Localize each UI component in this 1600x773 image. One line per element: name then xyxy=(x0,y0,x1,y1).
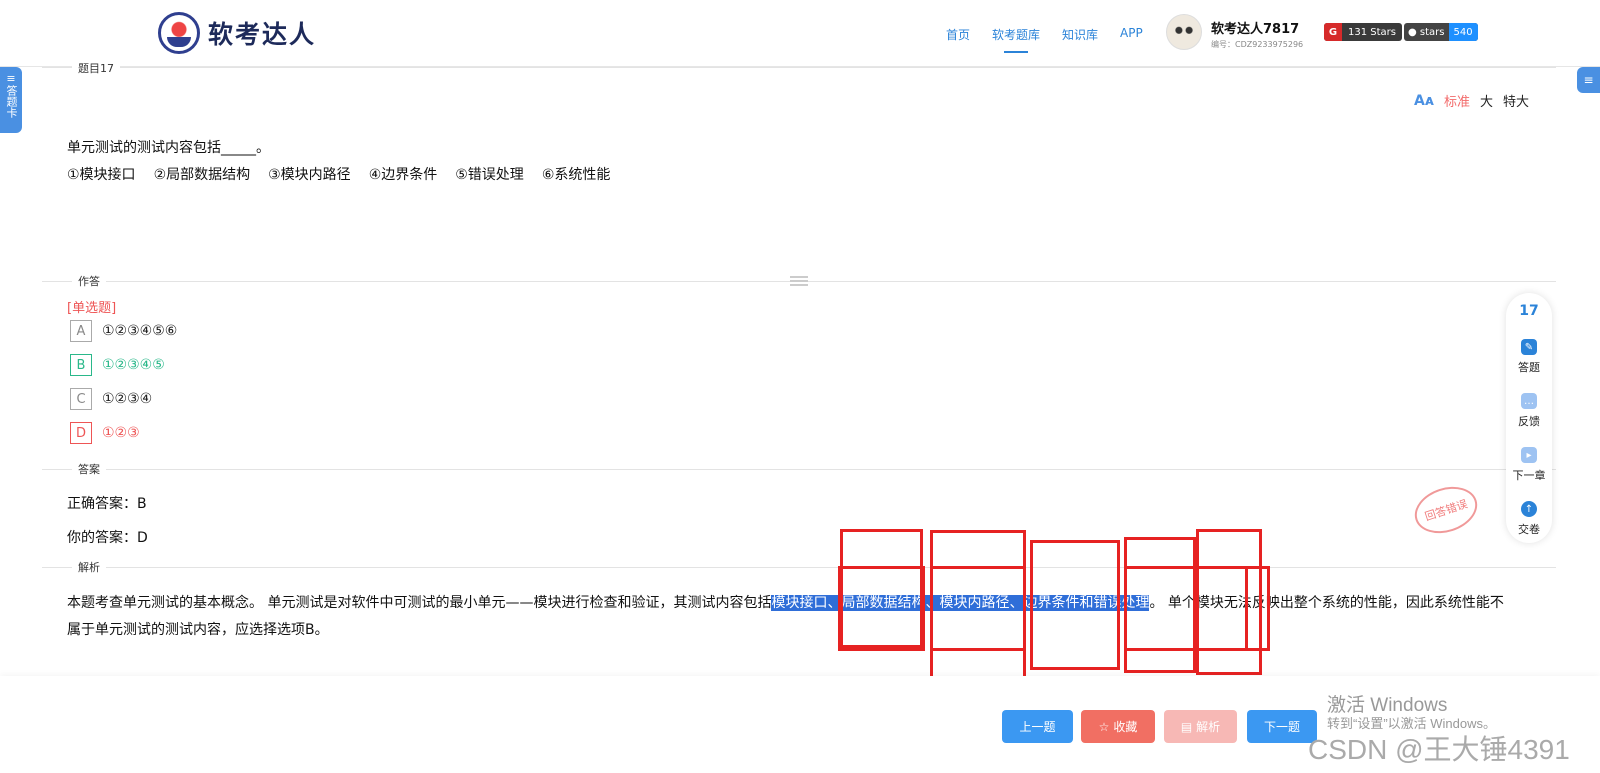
prev-question-button[interactable]: 上一题 xyxy=(1002,710,1073,743)
analysis-text: 本题考查单元测试的基本概念。 单元测试是对软件中可测试的最小单元——模块进行检查… xyxy=(67,590,1507,644)
gitee-stars-badge[interactable]: G 131 Stars xyxy=(1324,23,1402,41)
nav-home[interactable]: 首页 xyxy=(946,26,970,43)
submit-button[interactable]: ↑ 交卷 xyxy=(1506,501,1552,537)
question-number: 17 xyxy=(1519,303,1539,319)
github-label-text: stars xyxy=(1419,26,1445,38)
answer-card-label: 答题卡 xyxy=(5,85,18,118)
font-size-icon: Aᴀ xyxy=(1414,92,1434,109)
question-type: [单选题] xyxy=(67,301,117,316)
analysis-section-label: 解析 xyxy=(72,559,106,575)
option-letter: D xyxy=(70,422,92,444)
feedback-button[interactable]: … 反馈 xyxy=(1506,393,1552,429)
answer-icon: ✎ xyxy=(1521,339,1537,355)
option-text: ①②③④⑤ xyxy=(102,357,165,373)
favorite-button[interactable]: ☆ 收藏 xyxy=(1081,710,1155,743)
avatar[interactable] xyxy=(1166,14,1202,50)
option-letter: A xyxy=(70,320,92,342)
github-stars-label: ● stars xyxy=(1404,23,1449,41)
upload-icon: ↑ xyxy=(1521,501,1537,517)
question-stem: 单元测试的测试内容包括_____。 xyxy=(67,140,270,156)
option-d[interactable]: D ①②③ xyxy=(70,422,140,444)
option-c[interactable]: C ①②③④ xyxy=(70,388,152,410)
logo-emblem-icon xyxy=(158,12,200,54)
right-menu-tab[interactable]: ≡ xyxy=(1577,67,1600,93)
analysis-button[interactable]: ▤ 解析 xyxy=(1164,710,1237,743)
csdn-watermark: CSDN @王大锤4391 xyxy=(1308,734,1570,765)
option-text: ①②③④ xyxy=(102,391,153,407)
submit-label: 交卷 xyxy=(1518,523,1540,536)
divider xyxy=(42,469,1556,470)
option-letter: C xyxy=(70,388,92,410)
result-section-label: 答案 xyxy=(72,461,106,477)
logo-text: 软考达人 xyxy=(208,20,317,49)
gitee-icon: G xyxy=(1324,23,1342,41)
question-item: ③模块内路径 xyxy=(268,167,351,183)
analysis-label: 解析 xyxy=(1196,720,1221,734)
question-items: ①模块接口 ②局部数据结构 ③模块内路径 ④边界条件 ⑤错误处理 ⑥系统性能 xyxy=(67,164,610,184)
star-icon: ☆ xyxy=(1098,719,1110,734)
font-size-standard[interactable]: 标准 xyxy=(1444,91,1470,110)
github-icon: ● xyxy=(1408,26,1420,38)
annotation-box xyxy=(838,566,925,651)
list-icon: ≡ xyxy=(1583,73,1594,87)
drag-handle-icon[interactable] xyxy=(790,276,808,286)
prev-label: 上一题 xyxy=(1019,720,1056,734)
option-a[interactable]: A ①②③④⑤⑥ xyxy=(70,320,177,342)
divider xyxy=(42,67,1556,68)
annotation-box xyxy=(1196,566,1270,651)
question-item: ②局部数据结构 xyxy=(153,167,251,183)
answer-card-tab[interactable]: ≡ 答题卡 xyxy=(0,67,22,133)
answer-button[interactable]: ✎ 答题 xyxy=(1506,339,1552,375)
next-question-button[interactable]: 下一题 xyxy=(1247,710,1317,743)
question-item: ①模块接口 xyxy=(67,167,136,183)
your-answer: 你的答案：D xyxy=(67,530,148,546)
correct-answer: 正确答案：B xyxy=(67,496,147,512)
question-section-label: 题目17 xyxy=(72,60,120,76)
main-nav: 首页 软考题库 知识库 APP xyxy=(946,26,1143,53)
github-stars-count: 540 xyxy=(1448,23,1478,41)
username[interactable]: 软考达人7817 xyxy=(1211,18,1299,37)
skip-next-icon: ▸ xyxy=(1521,447,1537,463)
user-id: 编号：CDZ9233975296 xyxy=(1211,40,1304,49)
option-text: ①②③ xyxy=(102,425,140,441)
next-label: 下一题 xyxy=(1263,720,1300,734)
question-item: ④边界条件 xyxy=(368,167,438,183)
next-chapter-button[interactable]: ▸ 下一章 xyxy=(1506,447,1552,483)
github-stars-badge[interactable]: ● stars 540 xyxy=(1404,23,1478,41)
font-size-xlarge[interactable]: 特大 xyxy=(1503,91,1529,110)
next-chapter-label: 下一章 xyxy=(1512,469,1546,482)
option-letter: B xyxy=(70,354,92,376)
feedback-label: 反馈 xyxy=(1518,415,1540,428)
answer-section-label: 作答 xyxy=(72,273,106,289)
font-size-switcher: Aᴀ 标准 大 特大 xyxy=(1414,91,1529,111)
question-item: ⑥系统性能 xyxy=(541,167,611,183)
analysis-text-before: 本题考查单元测试的基本概念。 单元测试是对软件中可测试的最小单元——模块进行检查… xyxy=(67,595,772,611)
right-tool-panel: 17 ✎ 答题 … 反馈 ▸ 下一章 ↑ 交卷 xyxy=(1506,293,1552,543)
wrong-answer-stamp: 回答错误 xyxy=(1408,479,1484,541)
annotation-box xyxy=(930,566,1026,651)
divider xyxy=(42,567,1556,568)
option-b[interactable]: B ①②③④⑤ xyxy=(70,354,165,376)
nav-knowledge[interactable]: 知识库 xyxy=(1062,26,1098,43)
nav-app[interactable]: APP xyxy=(1120,26,1143,43)
gitee-stars-text: 131 Stars xyxy=(1348,26,1396,38)
site-logo[interactable]: 软考达人 xyxy=(158,12,316,54)
question-item: ⑤错误处理 xyxy=(455,167,524,183)
font-size-large[interactable]: 大 xyxy=(1480,91,1493,110)
document-icon: ▤ xyxy=(1180,719,1193,734)
top-header: 软考达人 首页 软考题库 知识库 APP 软考达人7817 编号：CDZ9233… xyxy=(0,0,1600,67)
annotation-box xyxy=(1030,540,1120,670)
feedback-icon: … xyxy=(1521,393,1537,409)
option-text: ①②③④⑤⑥ xyxy=(102,323,178,339)
list-icon: ≡ xyxy=(6,72,16,85)
favorite-label: 收藏 xyxy=(1113,720,1138,734)
nav-question-bank[interactable]: 软考题库 xyxy=(992,26,1040,53)
answer-label: 答题 xyxy=(1518,361,1540,374)
